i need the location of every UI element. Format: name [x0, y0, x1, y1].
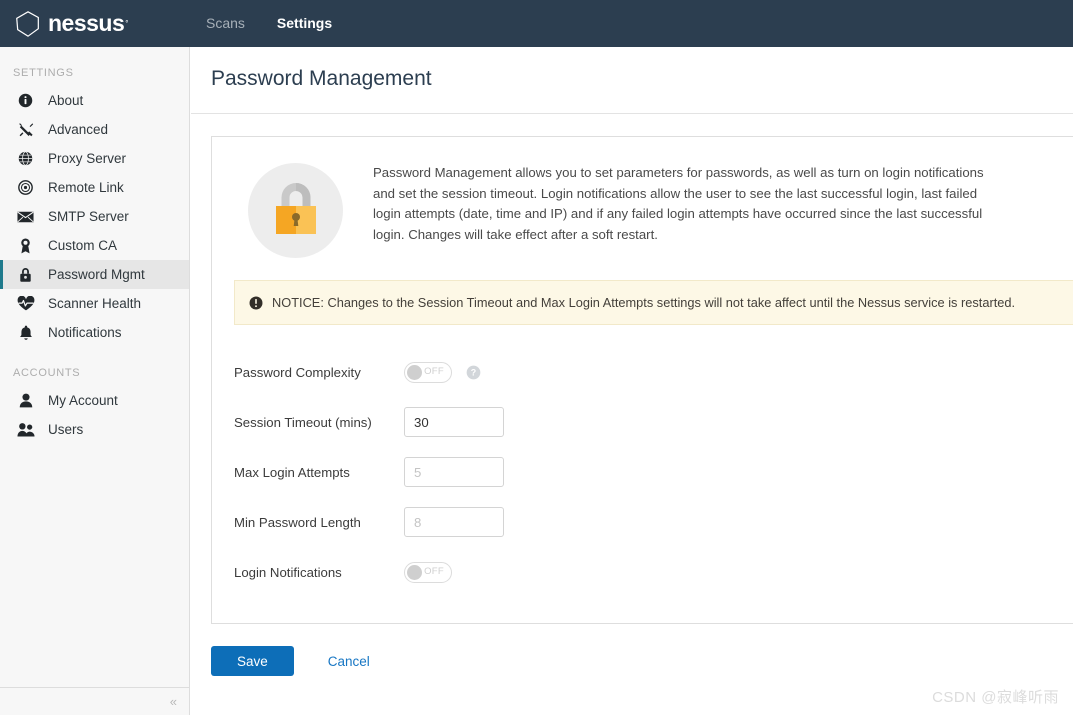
sidebar-item-scanner-health[interactable]: Scanner Health: [0, 289, 189, 318]
sidebar-item-label: Scanner Health: [48, 296, 142, 311]
intro-section: Password Management allows you to set pa…: [234, 159, 1073, 258]
sidebar-item-label: Notifications: [48, 325, 122, 340]
lock-icon: [16, 265, 35, 284]
sidebar-item-smtp-server[interactable]: SMTP Server: [0, 202, 189, 231]
info-icon: [16, 91, 35, 110]
sidebar-item-label: Users: [48, 422, 84, 437]
sidebar: SETTINGS About Advanced Proxy Server Rem…: [0, 47, 190, 715]
max-login-attempts-input[interactable]: [404, 457, 504, 487]
sidebar-item-password-mgmt[interactable]: Password Mgmt: [0, 260, 189, 289]
sidebar-item-my-account[interactable]: My Account: [0, 386, 189, 415]
sidebar-group-title-accounts: ACCOUNTS: [13, 367, 81, 379]
sidebar-item-proxy-server[interactable]: Proxy Server: [0, 144, 189, 173]
envelope-icon: [16, 207, 35, 226]
users-icon: [16, 420, 35, 439]
sidebar-item-custom-ca[interactable]: Custom CA: [0, 231, 189, 260]
save-button[interactable]: Save: [211, 646, 294, 676]
sidebar-group-title-settings: SETTINGS: [13, 67, 74, 79]
exclamation-circle-icon: [249, 296, 263, 310]
sidebar-item-label: Proxy Server: [48, 151, 127, 166]
nav-item-settings[interactable]: Settings: [261, 0, 348, 47]
padlock-icon: [275, 182, 316, 234]
sidebar-item-label: About: [48, 93, 84, 108]
field-row-min-password-length: Min Password Length: [234, 497, 1073, 547]
settings-form: Password Complexity OFF ? Session Timeou…: [234, 347, 1073, 597]
watermark: CSDN @寂峰听雨: [932, 689, 1059, 706]
chevron-double-left-icon: «: [169, 694, 177, 709]
main-content: Password Management Password Management …: [191, 47, 1073, 715]
brand-trademark: °: [125, 19, 129, 28]
top-navigation-bar: nessus ° Scans Settings: [0, 0, 1073, 47]
sidebar-item-advanced[interactable]: Advanced: [0, 115, 189, 144]
form-actions: Save Cancel: [211, 646, 1073, 676]
field-label: Max Login Attempts: [234, 464, 350, 480]
password-complexity-toggle[interactable]: OFF: [404, 361, 452, 383]
login-notifications-toggle[interactable]: OFF: [404, 561, 452, 583]
help-icon[interactable]: ?: [466, 365, 481, 380]
target-icon: [16, 178, 35, 197]
bell-icon: [16, 323, 35, 342]
certificate-icon: [16, 236, 35, 255]
field-row-session-timeout: Session Timeout (mins): [234, 397, 1073, 447]
session-timeout-input[interactable]: [404, 407, 504, 437]
toggle-knob: [407, 564, 422, 580]
notice-text: NOTICE: Changes to the Session Timeout a…: [272, 295, 1016, 310]
svg-text:?: ?: [471, 367, 476, 377]
sidebar-item-users[interactable]: Users: [0, 415, 189, 444]
toggle-knob: [407, 364, 422, 380]
brand-wordmark: nessus: [48, 10, 125, 36]
toggle-state-label: OFF: [424, 365, 444, 377]
cancel-button[interactable]: Cancel: [328, 654, 370, 669]
settings-card: Password Management allows you to set pa…: [211, 136, 1073, 624]
sidebar-item-label: Password Mgmt: [48, 267, 145, 282]
nav-item-scans[interactable]: Scans: [190, 0, 261, 47]
tools-icon: [16, 120, 35, 139]
intro-description: Password Management allows you to set pa…: [373, 165, 984, 242]
toggle-state-label: OFF: [424, 565, 444, 577]
field-label: Min Password Length: [234, 514, 361, 530]
field-label: Session Timeout (mins): [234, 414, 372, 430]
user-icon: [16, 391, 35, 410]
field-row-password-complexity: Password Complexity OFF ?: [234, 347, 1073, 397]
hexagon-logo-icon: [16, 10, 39, 37]
min-password-length-input[interactable]: [404, 507, 504, 537]
page-title: Password Management: [211, 67, 432, 90]
field-label: Login Notifications: [234, 564, 342, 580]
field-label: Password Complexity: [234, 364, 361, 380]
sidebar-item-label: My Account: [48, 393, 118, 408]
sidebar-item-about[interactable]: About: [0, 86, 189, 115]
sidebar-item-label: Custom CA: [48, 238, 118, 253]
notice-banner: NOTICE: Changes to the Session Timeout a…: [234, 280, 1073, 325]
heartbeat-icon: [16, 294, 35, 313]
sidebar-collapse-button[interactable]: «: [0, 687, 189, 715]
primary-nav: Scans Settings: [190, 0, 348, 47]
title-divider: [191, 113, 1073, 114]
sidebar-item-remote-link[interactable]: Remote Link: [0, 173, 189, 202]
sidebar-item-label: Remote Link: [48, 180, 124, 195]
sidebar-item-label: SMTP Server: [48, 209, 129, 224]
lock-illustration: [248, 163, 343, 258]
sidebar-item-label: Advanced: [48, 122, 109, 137]
sidebar-item-notifications[interactable]: Notifications: [0, 318, 189, 347]
field-row-max-login-attempts: Max Login Attempts: [234, 447, 1073, 497]
field-row-login-notifications: Login Notifications OFF: [234, 547, 1073, 597]
globe-icon: [16, 149, 35, 168]
nessus-logo[interactable]: nessus °: [0, 0, 190, 47]
